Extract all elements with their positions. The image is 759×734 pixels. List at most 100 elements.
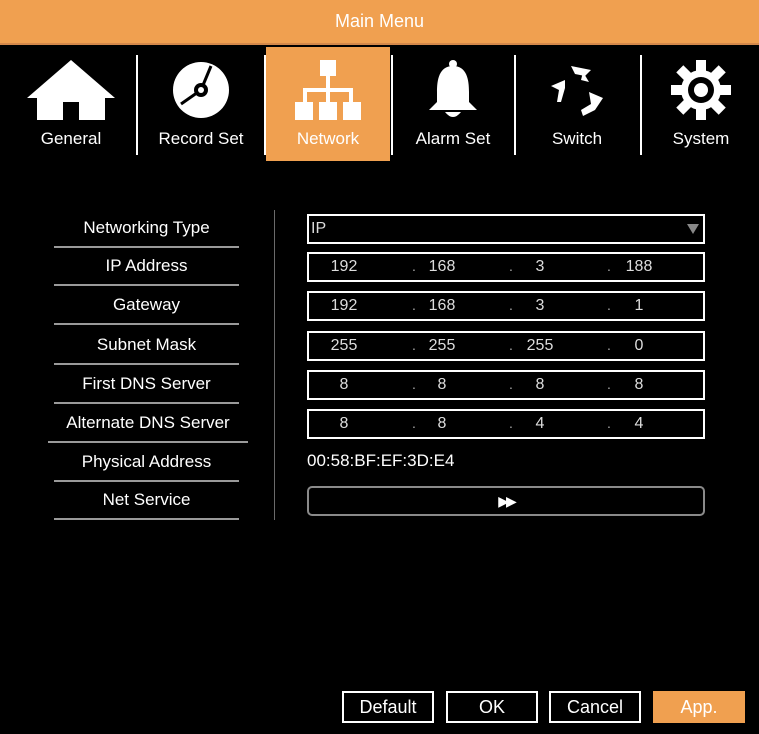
octet-dot: . — [607, 415, 611, 431]
octet-dot: . — [412, 376, 416, 392]
main-tabs: General Record Set Network Alarm Set Swi… — [0, 47, 759, 162]
row-physical-address: Physical Address 00:58:BF:EF:3D:E4 — [0, 444, 759, 484]
networking-type-select[interactable]: IP — [307, 214, 705, 244]
fast-forward-icon: ▶▶ — [498, 493, 517, 509]
tab-alarm-set[interactable]: Alarm Set — [393, 47, 513, 161]
octet-dot: . — [607, 337, 611, 353]
octet-4[interactable]: 0 — [614, 333, 664, 359]
octet-4[interactable]: 4 — [614, 411, 664, 437]
tab-label: Record Set — [158, 129, 244, 148]
label-underline — [54, 402, 239, 404]
first-dns-label-cell: First DNS Server — [54, 366, 239, 406]
ip-address-label-cell: IP Address — [54, 248, 239, 288]
bell-icon — [393, 57, 513, 123]
label-underline — [54, 518, 239, 520]
cancel-button[interactable]: Cancel — [549, 691, 641, 723]
window-title: Main Menu — [334, 11, 425, 31]
octet-3[interactable]: 8 — [515, 372, 565, 398]
octet-4[interactable]: 1 — [614, 293, 664, 319]
tab-record-set[interactable]: Record Set — [140, 47, 262, 161]
tab-divider — [136, 55, 138, 155]
octet-dot: . — [509, 297, 513, 313]
tab-system[interactable]: System — [643, 47, 759, 161]
octet-dot: . — [509, 376, 513, 392]
gear-icon — [643, 57, 759, 123]
octet-4[interactable]: 188 — [614, 254, 664, 280]
alternate-dns-label-cell: Alternate DNS Server — [48, 405, 248, 445]
tab-label: Network — [296, 129, 360, 148]
ip-address-label: IP Address — [105, 256, 188, 275]
networking-type-label: Networking Type — [83, 218, 210, 237]
row-gateway: Gateway 192 . 168 . 3 . 1 — [0, 287, 759, 327]
octet-dot: . — [412, 337, 416, 353]
gateway-field[interactable]: 192 . 168 . 3 . 1 — [307, 291, 705, 321]
label-underline — [54, 323, 239, 325]
physical-address-label: Physical Address — [81, 452, 212, 471]
gateway-label-cell: Gateway — [54, 287, 239, 327]
dropdown-arrow-icon[interactable] — [687, 224, 699, 234]
alternate-dns-field[interactable]: 8 . 8 . 4 . 4 — [307, 409, 705, 439]
row-ip-address: IP Address 192 . 168 . 3 . 188 — [0, 248, 759, 288]
octet-dot: . — [509, 337, 513, 353]
octet-2[interactable]: 255 — [417, 333, 467, 359]
networking-type-value: IP — [311, 220, 327, 237]
octet-3[interactable]: 4 — [515, 411, 565, 437]
octet-dot: . — [412, 258, 416, 274]
first-dns-field[interactable]: 8 . 8 . 8 . 8 — [307, 370, 705, 400]
octet-1[interactable]: 8 — [319, 372, 369, 398]
tab-general[interactable]: General — [10, 47, 132, 161]
home-icon — [10, 57, 132, 123]
title-bar: Main Menu — [0, 0, 759, 45]
octet-2[interactable]: 8 — [417, 372, 467, 398]
net-service-button[interactable]: ▶▶ — [307, 486, 705, 516]
row-net-service: Net Service ▶▶ — [0, 482, 759, 522]
subnet-mask-label: Subnet Mask — [96, 335, 197, 354]
tab-switch[interactable]: Switch — [516, 47, 638, 161]
octet-1[interactable]: 255 — [319, 333, 369, 359]
octet-dot: . — [607, 258, 611, 274]
tab-label: System — [672, 129, 730, 148]
physical-address-label-cell: Physical Address — [54, 444, 239, 484]
octet-dot: . — [412, 415, 416, 431]
octet-2[interactable]: 168 — [417, 254, 467, 280]
networking-type-label-cell: Networking Type — [54, 210, 239, 250]
octet-1[interactable]: 192 — [319, 293, 369, 319]
row-first-dns: First DNS Server 8 . 8 . 8 . 8 — [0, 366, 759, 406]
octet-dot: . — [412, 297, 416, 313]
octet-3[interactable]: 255 — [515, 333, 565, 359]
alternate-dns-label: Alternate DNS Server — [66, 413, 230, 432]
row-alternate-dns: Alternate DNS Server 8 . 8 . 4 . 4 — [0, 405, 759, 445]
ip-address-field[interactable]: 192 . 168 . 3 . 188 — [307, 252, 705, 282]
label-underline — [54, 363, 239, 365]
apply-button[interactable]: App. — [653, 691, 745, 723]
physical-address-value: 00:58:BF:EF:3D:E4 — [307, 451, 455, 470]
ok-button[interactable]: OK — [446, 691, 538, 723]
tab-network[interactable]: Network — [266, 47, 390, 161]
octet-3[interactable]: 3 — [515, 254, 565, 280]
disc-icon — [140, 57, 262, 123]
row-subnet-mask: Subnet Mask 255 . 255 . 255 . 0 — [0, 327, 759, 367]
network-icon — [266, 57, 390, 123]
subnet-mask-label-cell: Subnet Mask — [54, 327, 239, 367]
row-networking-type: Networking Type IP — [0, 210, 759, 250]
octet-dot: . — [607, 297, 611, 313]
tab-label: General — [40, 129, 102, 148]
octet-2[interactable]: 168 — [417, 293, 467, 319]
net-service-label-cell: Net Service — [54, 482, 239, 522]
net-service-label: Net Service — [102, 490, 191, 509]
octet-1[interactable]: 192 — [319, 254, 369, 280]
tab-divider — [640, 55, 642, 155]
octet-2[interactable]: 8 — [417, 411, 467, 437]
octet-1[interactable]: 8 — [319, 411, 369, 437]
subnet-mask-field[interactable]: 255 . 255 . 255 . 0 — [307, 331, 705, 361]
octet-dot: . — [607, 376, 611, 392]
octet-dot: . — [509, 415, 513, 431]
switch-arrows-icon — [516, 57, 638, 123]
octet-4[interactable]: 8 — [614, 372, 664, 398]
first-dns-label: First DNS Server — [82, 374, 211, 393]
octet-3[interactable]: 3 — [515, 293, 565, 319]
label-underline — [54, 284, 239, 286]
default-button[interactable]: Default — [342, 691, 434, 723]
gateway-label: Gateway — [112, 295, 181, 314]
tab-label: Switch — [551, 129, 603, 148]
